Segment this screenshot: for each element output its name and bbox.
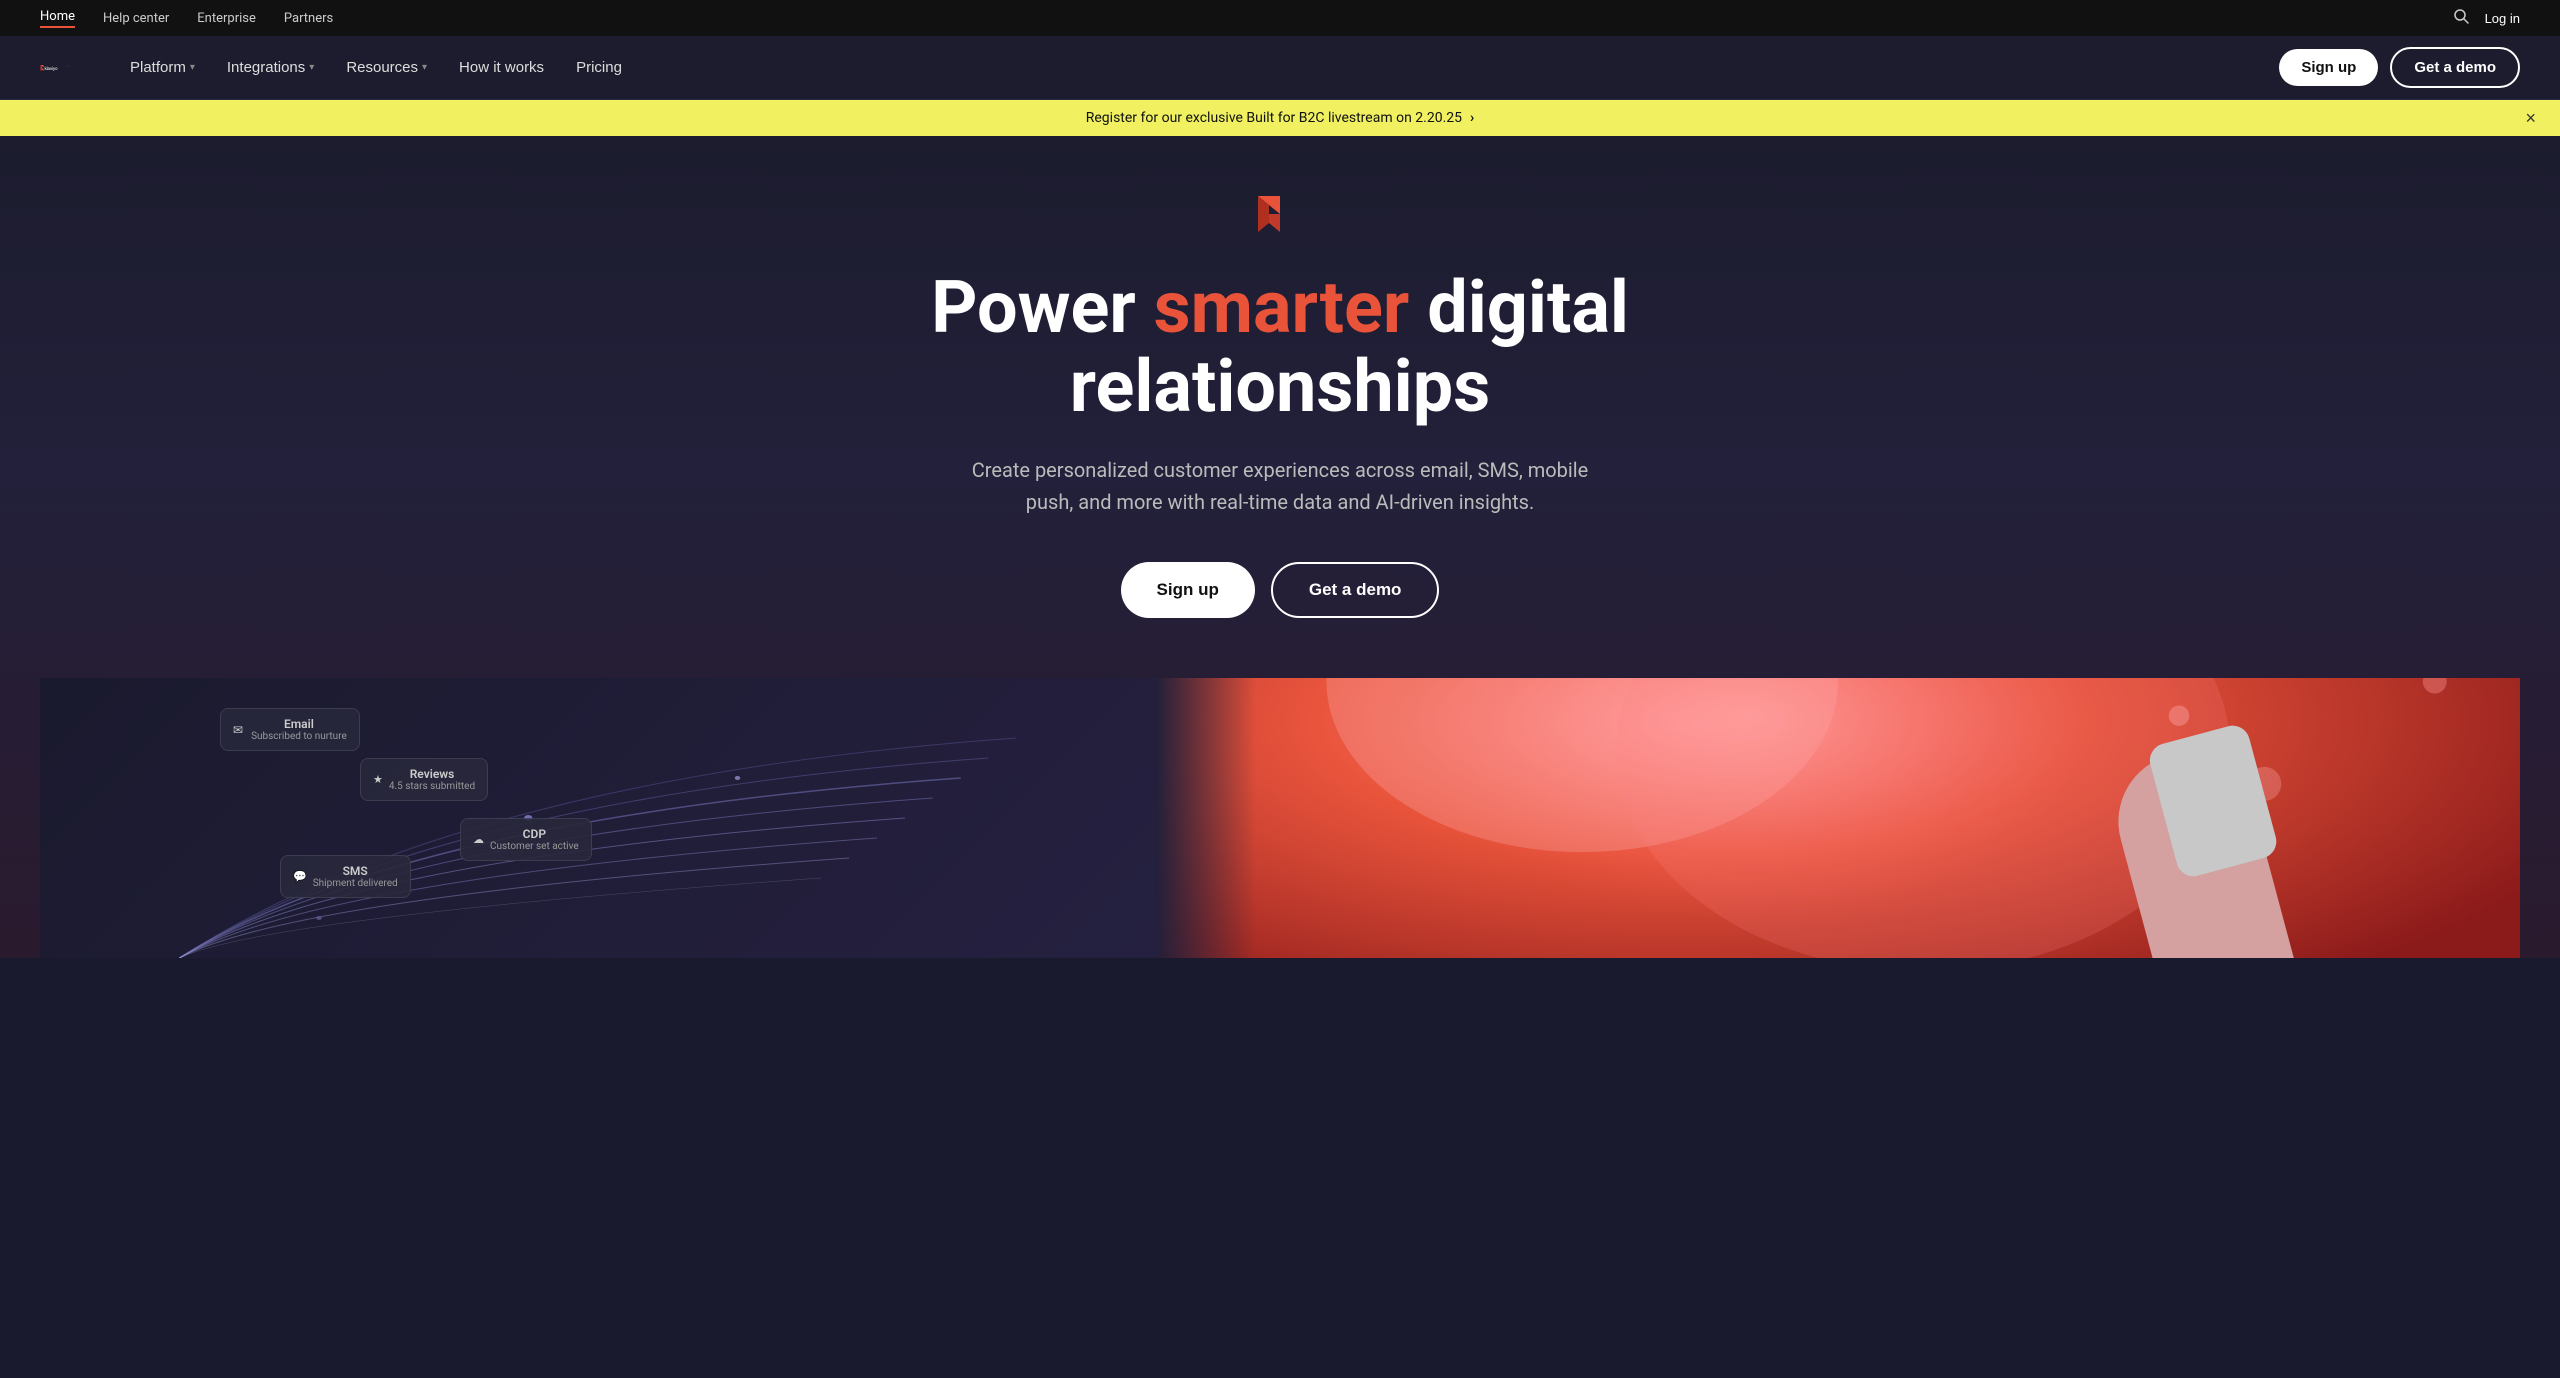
cdp-cloud-icon: ☁ xyxy=(473,833,484,846)
sms-card-label: SMS xyxy=(313,864,398,878)
hero-section: Power smarter digital relationships Crea… xyxy=(0,136,2560,958)
hero-dashboard-mockup: ✉ Email Subscribed to nurture ★ Reviews … xyxy=(40,678,1156,958)
hero-image-background xyxy=(1156,678,2520,958)
platform-chevron-icon: ▾ xyxy=(190,62,195,73)
main-navigation: klaviyo Platform ▾ Integrations ▾ Resour… xyxy=(0,36,2560,100)
login-button[interactable]: Log in xyxy=(2485,11,2520,26)
top-nav-partners[interactable]: Partners xyxy=(284,11,333,26)
nav-signup-button[interactable]: Sign up xyxy=(2279,49,2378,86)
nav-how-it-works[interactable]: How it works xyxy=(447,51,556,84)
cdp-card-label: CDP xyxy=(490,827,579,841)
top-nav-right: Log in xyxy=(2453,8,2520,29)
hero-signup-button[interactable]: Sign up xyxy=(1121,562,1255,618)
hero-title-accent: smarter xyxy=(1154,265,1410,350)
reviews-star-icon: ★ xyxy=(373,773,383,786)
nav-links: Platform ▾ Integrations ▾ Resources ▾ Ho… xyxy=(118,51,2279,84)
dashboard-chart-svg xyxy=(40,678,1156,958)
svg-text:klaviyo: klaviyo xyxy=(45,65,59,70)
banner-close-button[interactable]: × xyxy=(2525,108,2536,129)
reviews-card-sub: 4.5 stars submitted xyxy=(389,781,475,792)
nav-platform[interactable]: Platform ▾ xyxy=(118,51,207,84)
nav-demo-button[interactable]: Get a demo xyxy=(2390,47,2520,88)
hero-title-start: Power xyxy=(931,265,1154,350)
dashboard-sms-card: 💬 SMS Shipment delivered xyxy=(280,855,411,898)
top-nav-help[interactable]: Help center xyxy=(103,11,169,26)
logo-link[interactable]: klaviyo xyxy=(40,53,70,83)
hero-title: Power smarter digital relationships xyxy=(830,268,1730,426)
email-card-label: Email xyxy=(251,717,347,731)
top-nav-home[interactable]: Home xyxy=(40,9,75,28)
dashboard-reviews-card: ★ Reviews 4.5 stars submitted xyxy=(360,758,488,801)
cdp-card-sub: Customer set active xyxy=(490,841,579,852)
search-icon-button[interactable] xyxy=(2453,8,2469,29)
top-nav-enterprise[interactable]: Enterprise xyxy=(197,11,256,26)
banner-arrow-icon: › xyxy=(1470,110,1474,126)
banner-message: Register for our exclusive Built for B2C… xyxy=(1086,110,1462,126)
dashboard-email-card: ✉ Email Subscribed to nurture xyxy=(220,708,360,751)
resources-chevron-icon: ▾ xyxy=(422,62,427,73)
hero-subtitle: Create personalized customer experiences… xyxy=(970,454,1590,518)
nav-integrations[interactable]: Integrations ▾ xyxy=(215,51,326,84)
banner-content: Register for our exclusive Built for B2C… xyxy=(1086,110,1474,126)
hero-product-image xyxy=(1156,678,2520,958)
sms-card-sub: Shipment delivered xyxy=(313,878,398,889)
email-card-sub: Subscribed to nurture xyxy=(251,731,347,742)
top-navigation: Home Help center Enterprise Partners Log… xyxy=(0,0,2560,36)
email-icon: ✉ xyxy=(233,723,243,737)
sms-bubble-icon: 💬 xyxy=(293,870,307,883)
hero-cta-buttons: Sign up Get a demo xyxy=(1121,562,1440,618)
nav-resources[interactable]: Resources ▾ xyxy=(334,51,439,84)
hero-logo-icon xyxy=(1258,196,1302,236)
integrations-chevron-icon: ▾ xyxy=(309,62,314,73)
klaviyo-logo-icon: klaviyo xyxy=(40,53,70,83)
dashboard-cdp-card: ☁ CDP Customer set active xyxy=(460,818,592,861)
powder-explosion-svg xyxy=(1156,678,2520,958)
hero-visual: ✉ Email Subscribed to nurture ★ Reviews … xyxy=(40,678,2520,958)
reviews-card-label: Reviews xyxy=(389,767,475,781)
announcement-banner: Register for our exclusive Built for B2C… xyxy=(0,100,2560,136)
hero-demo-button[interactable]: Get a demo xyxy=(1271,562,1440,618)
nav-cta-area: Sign up Get a demo xyxy=(2279,47,2520,88)
nav-pricing[interactable]: Pricing xyxy=(564,51,634,84)
